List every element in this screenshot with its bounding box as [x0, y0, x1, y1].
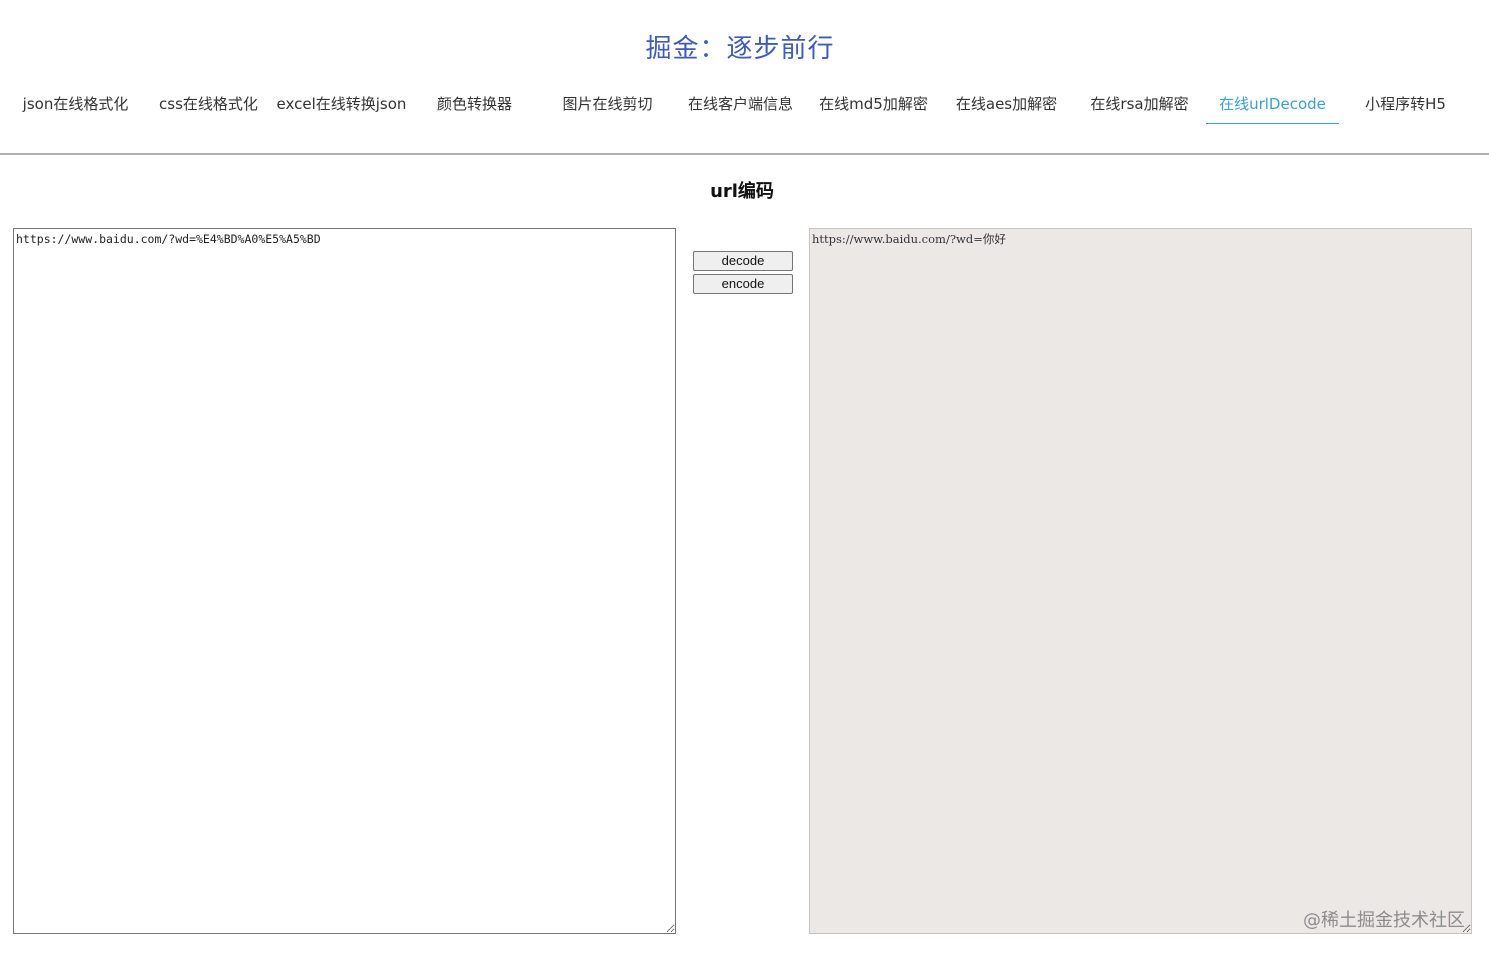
nav-item-aes[interactable]: 在线aes加解密	[940, 84, 1073, 124]
nav-item-image-crop[interactable]: 图片在线剪切	[541, 84, 674, 124]
header-divider	[0, 153, 1489, 155]
url-output-textarea[interactable]: https://www.baidu.com/?wd=你好	[809, 228, 1472, 934]
nav-item-css-format[interactable]: css在线格式化	[142, 84, 275, 124]
nav-item-color-converter[interactable]: 颜色转换器	[408, 84, 541, 124]
nav-item-excel-to-json[interactable]: excel在线转换json	[275, 84, 408, 124]
nav-item-md5[interactable]: 在线md5加解密	[807, 84, 940, 124]
url-input-textarea[interactable]: https://www.baidu.com/?wd=%E4%BD%A0%E5%A…	[13, 228, 676, 934]
section-title: url编码	[710, 181, 774, 202]
page: 掘金：逐步前行 json在线格式化 css在线格式化 excel在线转换json…	[0, 0, 1489, 954]
nav-item-rsa[interactable]: 在线rsa加解密	[1073, 84, 1206, 124]
nav-item-json-format[interactable]: json在线格式化	[9, 84, 142, 124]
encode-button[interactable]: encode	[693, 274, 793, 294]
watermark: @稀土掘金技术社区	[1303, 910, 1465, 931]
nav-item-url-decode[interactable]: 在线urlDecode	[1206, 84, 1339, 124]
nav-item-miniprogram-to-h5[interactable]: 小程序转H5	[1339, 84, 1472, 124]
site-title: 掘金：逐步前行	[645, 34, 835, 64]
nav-item-client-info[interactable]: 在线客户端信息	[674, 84, 807, 124]
decode-button[interactable]: decode	[693, 251, 793, 271]
